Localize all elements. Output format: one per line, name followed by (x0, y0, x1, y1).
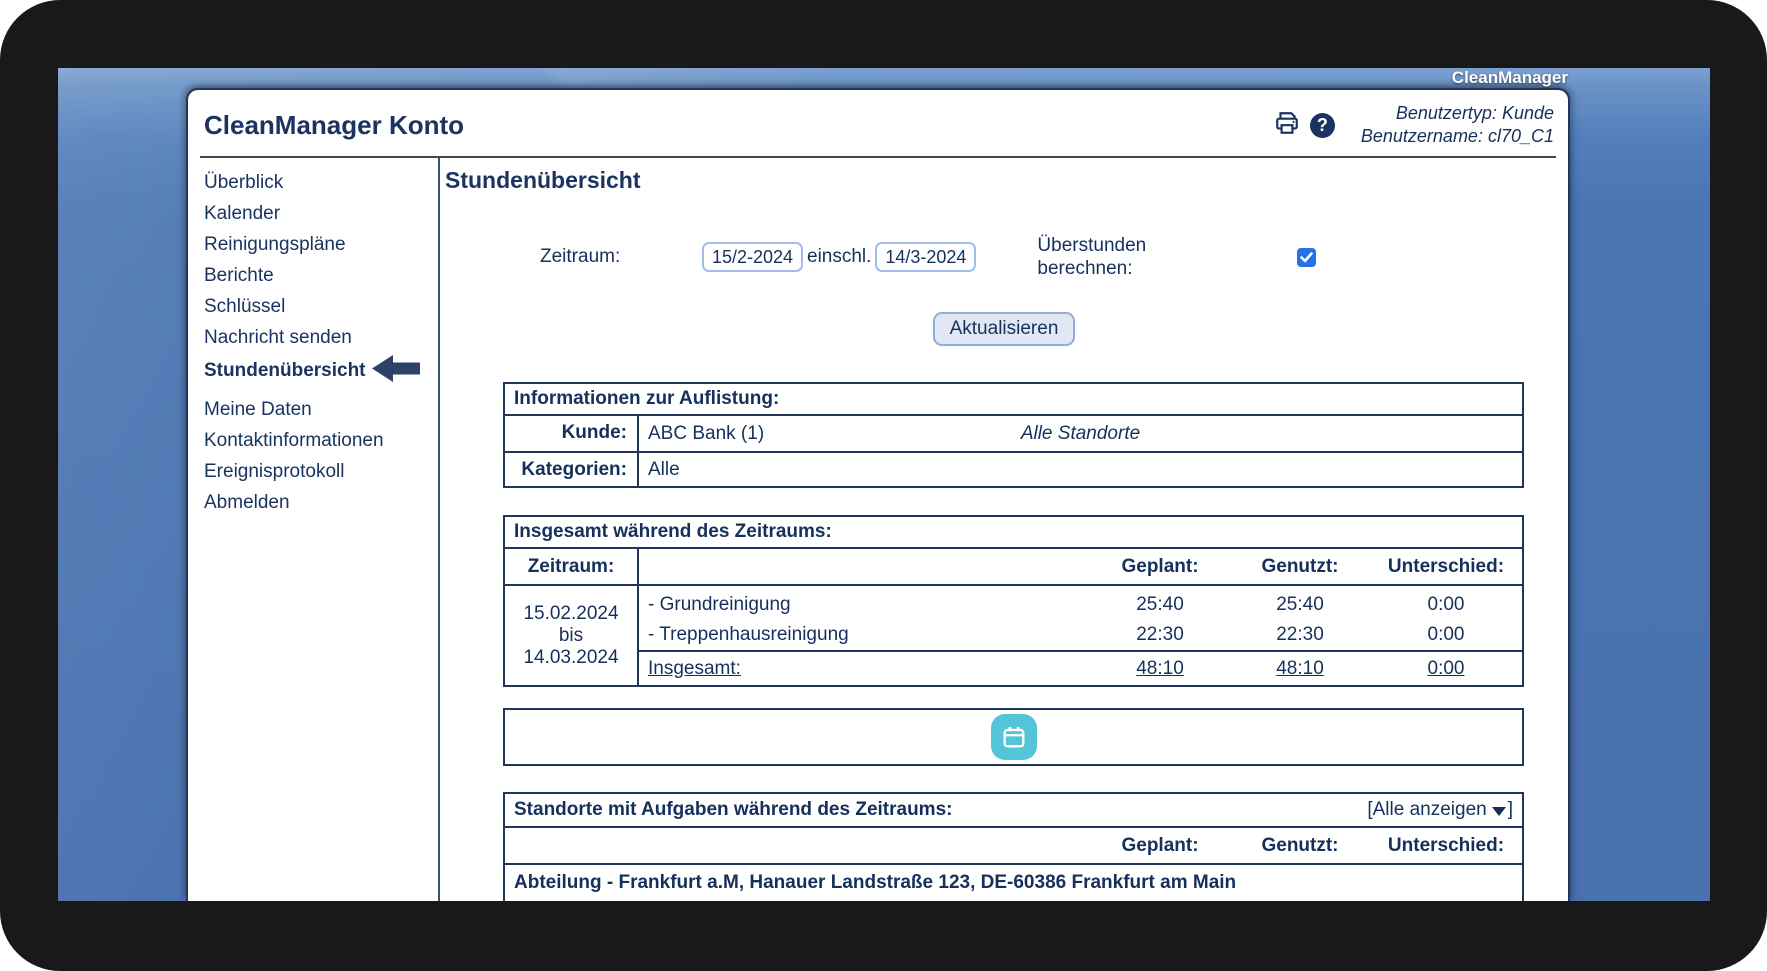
categories-value: Alle (648, 458, 680, 480)
sidebar-item-kontaktinformationen[interactable]: Kontaktinformationen (204, 425, 438, 456)
locations-table-header: Geplant: Genutzt: Unterschied: (505, 828, 1522, 865)
window-header: CleanManager Konto ? Benutzertyp: Kunde … (188, 90, 1568, 154)
user-info: Benutzertyp: Kunde Benutzername: cl70_C1 (1361, 102, 1554, 148)
show-all-dropdown[interactable]: [Alle anzeigen ] (1367, 795, 1513, 825)
browser-brand-label: CleanManager (1451, 68, 1568, 87)
sidebar-item-berichte[interactable]: Berichte (204, 260, 438, 291)
table-row: - Treppenhausreinigung 22:30 22:30 0:00 (648, 624, 1465, 645)
date-from-input[interactable] (702, 242, 803, 272)
user-name: Benutzername: cl70_C1 (1360, 126, 1554, 146)
diff-column-header: Unterschied: (1387, 555, 1505, 577)
table-row: Kunde: ABC Bank (1) Alle Standorte (505, 416, 1522, 451)
period-cell: 15.02.2024 bis 14.03.2024 (505, 586, 639, 685)
table-row: ›Grundreinigung 14:00 14:00 0:00 (505, 900, 1522, 901)
page-title: Stundenübersicht (445, 167, 641, 193)
locations-table-title: Standorte mit Aufgaben während des Zeitr… (514, 799, 953, 820)
export-box (503, 708, 1524, 766)
used-column-header: Genutzt: (1261, 555, 1339, 577)
date-to-input[interactable] (875, 242, 977, 272)
customer-extra: Alle Standorte (1020, 422, 1141, 444)
totals-table-header: Zeitraum: Geplant: Genutzt: Unterschied: (505, 549, 1522, 586)
info-table: Informationen zur Auflistung: Kunde: ABC… (503, 382, 1524, 488)
totals-row: Insgesamt: 48:10 48:10 0:00 (639, 650, 1522, 685)
locations-table: Standorte mit Aufgaben während des Zeitr… (503, 792, 1524, 901)
planned-column-header: Geplant: (1121, 555, 1199, 577)
print-icon[interactable] (1274, 110, 1300, 141)
desktop-background: CleanManager CleanManager Konto ? Benutz… (58, 68, 1710, 901)
overtime-label: Überstunden berechnen: (1037, 235, 1147, 279)
device-bezel: CleanManager CleanManager Konto ? Benutz… (0, 0, 1767, 971)
used-column-header: Genutzt: (1261, 834, 1339, 856)
sidebar-item-ereignisprotokoll[interactable]: Ereignisprotokoll (204, 456, 438, 487)
period-label: Zeitraum: (540, 246, 621, 267)
chevron-down-icon (1491, 807, 1506, 816)
categories-label: Kategorien: (505, 453, 639, 486)
update-button[interactable]: Aktualisieren (932, 312, 1076, 346)
overtime-checkbox[interactable] (1297, 247, 1317, 267)
sidebar-item-ueberblick[interactable]: Überblick (204, 167, 438, 198)
sidebar-item-stundenuebersicht[interactable]: Stundenübersicht (204, 353, 438, 394)
user-type: Benutzertyp: Kunde (1395, 103, 1554, 123)
info-table-title: Informationen zur Auflistung: (514, 388, 780, 409)
app-title: CleanManager Konto (204, 109, 465, 140)
sidebar-item-nachricht-senden[interactable]: Nachricht senden (204, 322, 438, 353)
sidebar-item-reinigungsplaene[interactable]: Reinigungspläne (204, 229, 438, 260)
sidebar-item-schluessel[interactable]: Schlüssel (204, 291, 438, 322)
sidebar-item-meine-daten[interactable]: Meine Daten (204, 394, 438, 425)
app-window: CleanManager Konto ? Benutzertyp: Kunde … (186, 88, 1570, 901)
totals-table: Insgesamt während des Zeitraums: Zeitrau… (503, 515, 1524, 687)
main-content: Stundenübersicht Zeitraum: einschl. Über… (438, 158, 1568, 901)
help-icon[interactable]: ? (1309, 112, 1335, 138)
sidebar-item-kalender[interactable]: Kalender (204, 198, 438, 229)
sidebar: Überblick Kalender Reinigungspläne Beric… (188, 158, 438, 901)
sidebar-item-abmelden[interactable]: Abmelden (204, 487, 438, 518)
diff-column-header: Unterschied: (1387, 834, 1505, 856)
customer-label: Kunde: (505, 416, 639, 451)
totals-table-title: Insgesamt während des Zeitraums: (514, 521, 832, 542)
location-row: Abteilung - Frankfurt a.M, Hanauer Lands… (514, 872, 1237, 893)
table-row: - Grundreinigung 25:40 25:40 0:00 (648, 594, 1465, 615)
planned-column-header: Geplant: (1121, 834, 1199, 856)
table-row: Kategorien: Alle (505, 451, 1522, 486)
calendar-icon[interactable] (990, 714, 1037, 760)
inclusive-label: einschl. (807, 246, 872, 267)
active-item-arrow-icon (371, 355, 421, 389)
period-column-header: Zeitraum: (505, 549, 639, 584)
period-form: Zeitraum: einschl. Überstunden berechnen… (540, 234, 1568, 280)
